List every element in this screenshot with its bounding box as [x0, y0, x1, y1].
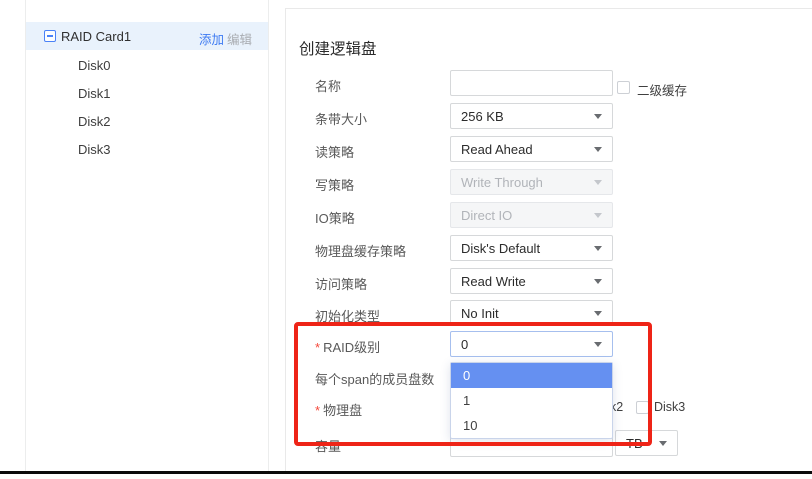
sidebar-item-disk0[interactable]: Disk0 [78, 58, 111, 73]
io-policy-label: IO策略 [315, 208, 355, 227]
read-policy-value: Read Ahead [461, 142, 533, 157]
chevron-down-icon [594, 246, 602, 251]
init-type-label: 初始化类型 [315, 306, 380, 325]
stripe-size-select[interactable]: 256 KB [450, 103, 613, 129]
sidebar-item-disk1[interactable]: Disk1 [78, 86, 111, 101]
write-policy-select: Write Through [450, 169, 613, 195]
read-policy-label: 读策略 [315, 142, 354, 161]
chevron-down-icon [594, 147, 602, 152]
access-policy-select[interactable]: Read Write [450, 268, 613, 294]
main-card-top-border [285, 8, 812, 9]
chevron-down-icon [594, 213, 602, 218]
stripe-size-value: 256 KB [461, 109, 504, 124]
sidebar-item-disk2[interactable]: Disk2 [78, 114, 111, 129]
sidebar-right-border [268, 0, 269, 471]
required-asterisk: * [315, 340, 320, 355]
write-policy-value: Write Through [461, 175, 543, 190]
sidebar-left-border [25, 0, 26, 471]
raid-level-dropdown-list: 0 1 10 [450, 362, 613, 439]
main-card-left-border [285, 8, 286, 471]
page-title: 创建逻辑盘 [299, 37, 377, 59]
sidebar-item-disk3[interactable]: Disk3 [78, 142, 111, 157]
io-policy-select: Direct IO [450, 202, 613, 228]
required-asterisk: * [315, 403, 320, 418]
raid-level-option-0[interactable]: 0 [451, 363, 612, 388]
chevron-down-icon [594, 311, 602, 316]
capacity-unit-select[interactable]: TB [615, 430, 678, 456]
secondary-cache-checkbox[interactable] [617, 81, 630, 94]
access-policy-label: 访问策略 [315, 274, 367, 293]
stripe-size-label: 条带大小 [315, 109, 367, 128]
chevron-down-icon [594, 180, 602, 185]
minus-glyph [47, 35, 53, 37]
span-members-label: 每个span的成员盘数 [315, 369, 434, 388]
raid-level-option-10[interactable]: 10 [451, 413, 612, 438]
disk-cache-policy-value: Disk's Default [461, 241, 540, 256]
init-type-select[interactable]: No Init [450, 300, 613, 326]
name-input-field[interactable] [461, 76, 602, 91]
read-policy-select[interactable]: Read Ahead [450, 136, 613, 162]
raid-level-value: 0 [461, 337, 468, 352]
capacity-label: 容量 [315, 436, 341, 455]
write-policy-label: 写策略 [315, 175, 354, 194]
chevron-down-icon [659, 441, 667, 446]
raid-level-option-1[interactable]: 1 [451, 388, 612, 413]
disk3-checkbox-label: Disk3 [654, 400, 685, 414]
raid-config-page: RAID Card1 添加 编辑 Disk0 Disk1 Disk2 Disk3… [0, 0, 812, 479]
chevron-down-icon [594, 279, 602, 284]
access-policy-value: Read Write [461, 274, 526, 289]
collapse-minus-icon[interactable] [44, 30, 56, 42]
chevron-down-icon [594, 114, 602, 119]
capacity-unit-value: TB [626, 436, 643, 451]
raid-level-label: *RAID级别 [315, 337, 380, 356]
name-label: 名称 [315, 76, 341, 95]
disk-cache-policy-label: 物理盘缓存策略 [315, 241, 406, 260]
init-type-value: No Init [461, 306, 499, 321]
bottom-black-rule [0, 471, 812, 474]
chevron-down-icon [594, 342, 602, 347]
io-policy-value: Direct IO [461, 208, 512, 223]
edit-link[interactable]: 编辑 [227, 29, 252, 48]
raid-level-select[interactable]: 0 [450, 331, 613, 357]
name-input[interactable] [450, 70, 613, 96]
secondary-cache-label: 二级缓存 [637, 80, 687, 99]
disk3-checkbox[interactable] [636, 401, 649, 414]
physical-disks-label: *物理盘 [315, 400, 362, 419]
raid-card-label: RAID Card1 [61, 29, 131, 44]
disk-cache-policy-select[interactable]: Disk's Default [450, 235, 613, 261]
add-link[interactable]: 添加 [199, 29, 224, 48]
